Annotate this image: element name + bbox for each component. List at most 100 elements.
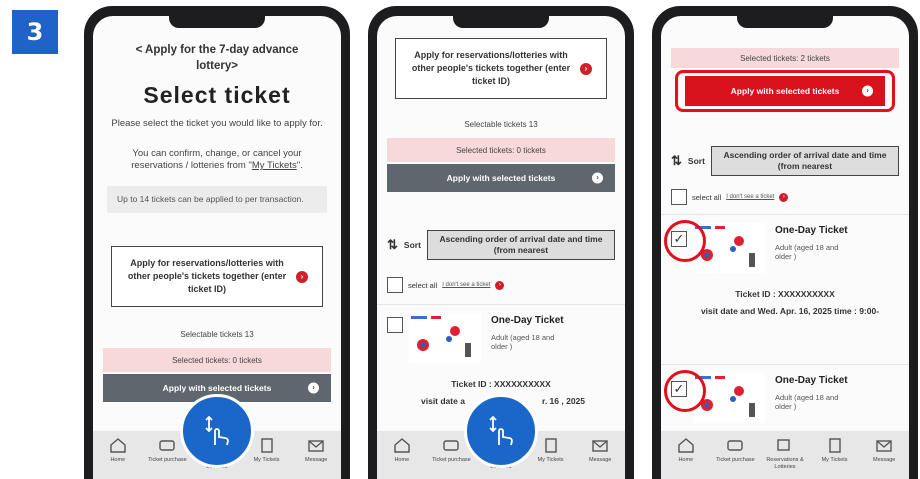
selectable-count: Selectable tickets 13 bbox=[464, 120, 538, 129]
other-people-tickets-button[interactable]: Apply for reservations/lotteries with ot… bbox=[111, 246, 323, 307]
tab-ticket-purchase[interactable]: Ticket purchase bbox=[711, 437, 759, 464]
tab-message[interactable]: Message bbox=[576, 437, 624, 464]
tab-label: Home bbox=[678, 457, 694, 463]
sort-label: Sort bbox=[403, 240, 421, 250]
tab-label: Ticket purchase bbox=[716, 457, 755, 463]
clipboard-icon bbox=[260, 438, 273, 453]
apply-selected-button[interactable]: Apply with selected tickets › bbox=[387, 164, 615, 192]
visit-date-tail: r. 16 , 2025 bbox=[541, 396, 585, 406]
tab-label: Home bbox=[110, 457, 126, 463]
phone-notch bbox=[737, 16, 833, 28]
apply-selected-button[interactable]: Apply with selected tickets › bbox=[685, 76, 885, 106]
tab-home[interactable]: Home bbox=[94, 437, 142, 464]
limit-note: Up to 14 tickets can be applied to per t… bbox=[107, 186, 327, 213]
ticket-category: Adult (aged 18 and older ) bbox=[775, 393, 839, 411]
chevron-right-icon: › bbox=[862, 85, 873, 97]
ticket-thumbnail bbox=[409, 313, 481, 363]
sort-dropdown[interactable]: Ascending order of arrival date and time… bbox=[710, 146, 899, 176]
tab-label: Ticket purchase bbox=[148, 457, 187, 463]
other-people-label: Apply for reservations/lotteries with ot… bbox=[127, 258, 287, 294]
instruction-text: Please select the ticket you would like … bbox=[111, 118, 323, 129]
ticket-id: Ticket ID : XXXXXXXXXX bbox=[451, 379, 551, 389]
ticket-name: One-Day Ticket bbox=[775, 375, 848, 386]
sort-row: ⇅ Sort Ascending order of arrival date a… bbox=[671, 144, 899, 178]
ticket-icon bbox=[159, 440, 176, 451]
tab-label: Message bbox=[589, 457, 612, 463]
scroll-gesture-icon bbox=[464, 394, 538, 468]
tab-home[interactable]: Home bbox=[662, 437, 710, 464]
highlight-ring bbox=[664, 220, 706, 262]
visit-date-time: visit date and Wed. Apr. 16, 2025 time :… bbox=[700, 306, 880, 316]
envelope-icon bbox=[876, 440, 892, 452]
tab-my-tickets[interactable]: My Tickets bbox=[811, 437, 859, 464]
sort-dropdown[interactable]: Ascending order of arrival date and time… bbox=[426, 230, 615, 260]
tab-label: Message bbox=[305, 457, 328, 463]
step-number-badge: 3 bbox=[12, 10, 58, 54]
tab-label: Ticket purchase bbox=[432, 457, 471, 463]
ticket-icon bbox=[443, 440, 460, 451]
sort-icon: ⇅ bbox=[671, 153, 682, 168]
select-all-row: select all I don't see a ticket › bbox=[671, 188, 899, 206]
tab-label: My Tickets bbox=[253, 457, 280, 463]
highlight-ring bbox=[664, 370, 706, 412]
ticket-id: Ticket ID : XXXXXXXXXX bbox=[735, 289, 835, 299]
chevron-right-icon: › bbox=[779, 192, 789, 202]
selected-count: Selected tickets: 2 tickets bbox=[671, 48, 899, 68]
tab-reservations[interactable]: Reservations & Lotteries bbox=[761, 437, 809, 470]
home-icon bbox=[394, 438, 410, 453]
other-people-label: Apply for reservations/lotteries with ot… bbox=[411, 50, 571, 86]
tab-label: My Tickets bbox=[821, 457, 848, 463]
tab-label: Reservations & Lotteries bbox=[766, 457, 804, 470]
other-people-tickets-button[interactable]: Apply for reservations/lotteries with ot… bbox=[395, 38, 607, 99]
home-icon bbox=[110, 438, 126, 453]
hand-swipe-icon bbox=[489, 415, 513, 446]
ticket-category: Adult (aged 18 and older ) bbox=[775, 243, 839, 261]
no-ticket-link[interactable]: I don't see a ticket bbox=[726, 194, 774, 200]
my-tickets-link[interactable]: My Tickets bbox=[252, 160, 297, 171]
ticket-name: One-Day Ticket bbox=[491, 315, 564, 326]
chevron-right-icon: › bbox=[592, 172, 603, 184]
ticket-category: Adult (aged 18 and older ) bbox=[491, 333, 555, 351]
tab-message[interactable]: Message bbox=[860, 437, 908, 464]
page-title: Select ticket bbox=[143, 82, 291, 108]
apply-selected-label: Apply with selected tickets bbox=[730, 86, 840, 96]
tab-home[interactable]: Home bbox=[378, 437, 426, 464]
sort-icon: ⇅ bbox=[387, 237, 398, 252]
apply-selected-label: Apply with selected tickets bbox=[446, 173, 556, 183]
bottom-tab-bar: Home Ticket purchase Reservations & Lott… bbox=[661, 431, 909, 479]
chevron-right-icon: › bbox=[580, 62, 592, 75]
selected-count: Selected tickets: 0 tickets bbox=[103, 348, 331, 372]
screen-tickets-selected: Selected tickets: 2 tickets Apply with s… bbox=[661, 16, 909, 479]
ticket-name: One-Day Ticket bbox=[775, 225, 848, 236]
tab-message[interactable]: Message bbox=[292, 437, 340, 464]
envelope-icon bbox=[308, 440, 324, 452]
tab-label: My Tickets bbox=[537, 457, 564, 463]
manage-text: You can confirm, change, or cancel your … bbox=[93, 148, 341, 172]
selectable-count: Selectable tickets 13 bbox=[180, 330, 254, 339]
phone-notch bbox=[453, 16, 549, 28]
chevron-right-icon: › bbox=[495, 280, 505, 290]
selected-count: Selected tickets: 0 tickets bbox=[387, 138, 615, 162]
apply-selected-label: Apply with selected tickets bbox=[162, 383, 272, 393]
select-all-row: select all I don't see a ticket › bbox=[387, 276, 615, 294]
sort-label: Sort bbox=[687, 156, 705, 166]
select-all-label: select all bbox=[408, 280, 438, 290]
manage-text-after: ". bbox=[296, 160, 303, 171]
clipboard-icon bbox=[828, 438, 841, 453]
home-icon bbox=[678, 438, 694, 453]
ticket-icon bbox=[727, 440, 744, 451]
select-all-checkbox[interactable] bbox=[671, 189, 687, 205]
tab-label: Home bbox=[394, 457, 410, 463]
envelope-icon bbox=[592, 440, 608, 452]
tab-label: Message bbox=[873, 457, 896, 463]
chevron-right-icon: › bbox=[296, 270, 308, 283]
phone-screen-3: Selected tickets: 2 tickets Apply with s… bbox=[652, 6, 918, 479]
scroll-gesture-icon bbox=[180, 394, 254, 468]
phone-notch bbox=[169, 16, 265, 28]
sort-row: ⇅ Sort Ascending order of arrival date a… bbox=[387, 228, 615, 262]
ticket-checkbox[interactable] bbox=[387, 317, 403, 333]
select-all-checkbox[interactable] bbox=[387, 277, 403, 293]
reservation-icon bbox=[777, 439, 790, 451]
back-link[interactable]: < Apply for the 7-day advance lottery> bbox=[93, 42, 341, 74]
no-ticket-link[interactable]: I don't see a ticket bbox=[442, 282, 490, 288]
